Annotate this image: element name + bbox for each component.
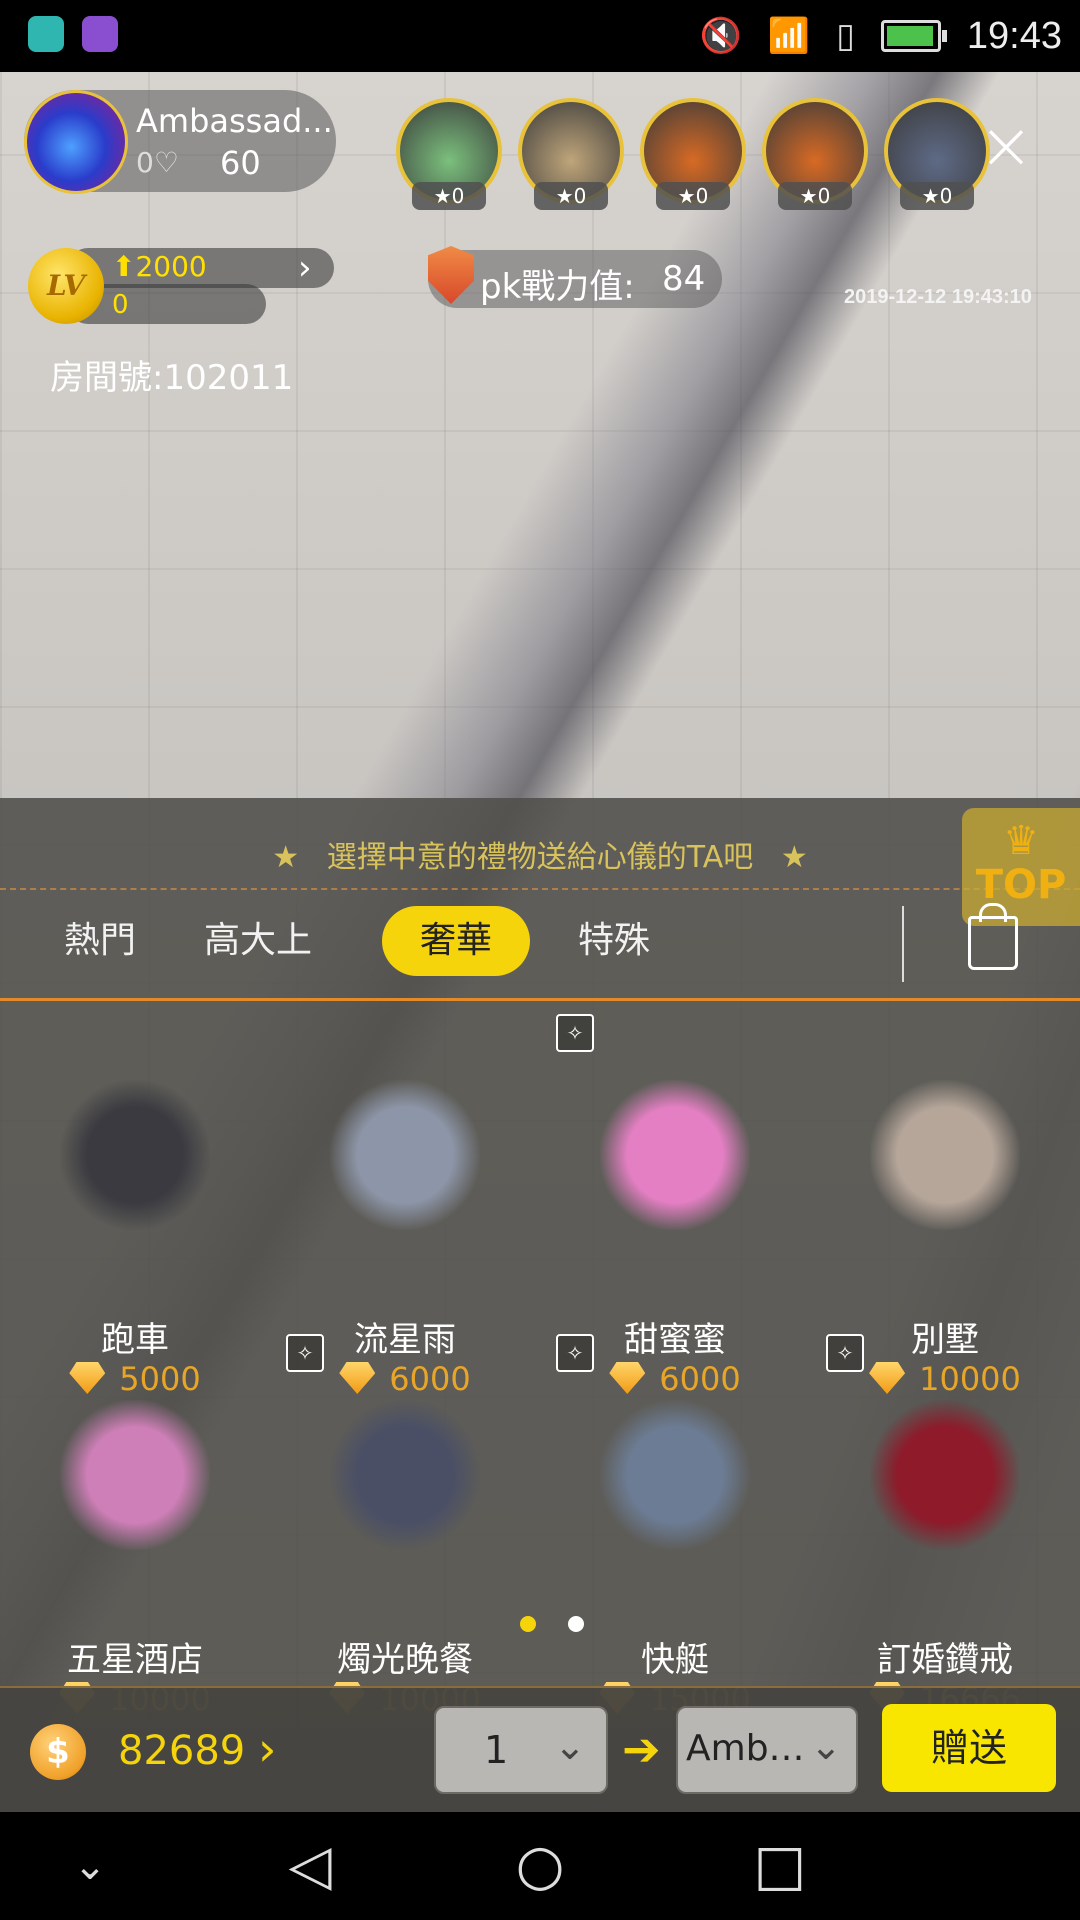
level-badge[interactable]: LV ⬆2000 0 › xyxy=(28,248,334,324)
gift-item[interactable]: 流星雨 6000 xyxy=(270,1040,540,1398)
page-dot[interactable] xyxy=(520,1616,536,1632)
chevron-down-icon: ⌄ xyxy=(554,1724,586,1768)
star-icon: ★ xyxy=(780,840,808,875)
quantity-value: 1 xyxy=(484,1728,509,1772)
action-bar: $ 82689 › 1 ⌄ ➔ Amba... ⌄ 贈送 xyxy=(0,1686,1080,1814)
gift-image xyxy=(60,1080,210,1230)
gift-tabs: 熱門 高大上 奢華 特殊 xyxy=(0,906,1080,990)
viewer-badge: ★0 xyxy=(656,182,730,210)
effect-tag-icon: ✧ xyxy=(556,1014,594,1052)
room-number: 房間號:102011 xyxy=(50,358,294,398)
top-label: TOP xyxy=(975,862,1067,908)
gift-image xyxy=(330,1080,480,1230)
pk-value: 84 xyxy=(662,259,706,299)
coin-icon: $ xyxy=(30,1724,86,1780)
chevron-down-icon[interactable]: ⌄ xyxy=(60,1836,120,1896)
viewer-badge: ★0 xyxy=(534,182,608,210)
effect-tag-icon: ✧ xyxy=(286,1334,324,1372)
effect-tag-icon: ✧ xyxy=(826,1334,864,1372)
gift-tab[interactable]: 特殊 xyxy=(556,906,672,976)
viewer-badge: ★0 xyxy=(412,182,486,210)
gift-image xyxy=(600,1080,750,1230)
back-icon[interactable]: ◁ xyxy=(270,1836,350,1896)
arrow-right-icon: ➔ xyxy=(622,1722,661,1776)
divider xyxy=(902,906,904,982)
gift-image xyxy=(870,1400,1020,1550)
recipient-value: Amba... xyxy=(686,1728,810,1769)
page-indicator xyxy=(520,1616,600,1636)
star-icon: ★ xyxy=(272,840,300,875)
chevron-down-icon: ⌄ xyxy=(810,1724,842,1768)
gift-name: 五星酒店 xyxy=(67,1640,203,1680)
chevron-right-icon[interactable]: › xyxy=(298,248,312,288)
gift-item[interactable]: 別墅 10000 xyxy=(810,1040,1080,1398)
home-icon[interactable]: ○ xyxy=(500,1836,580,1896)
level-next: ⬆2000 xyxy=(112,250,207,283)
pk-label: pk戰力值: xyxy=(480,267,635,307)
divider xyxy=(0,888,1080,890)
viewer-avatar[interactable]: ★0 xyxy=(518,98,624,210)
shield-icon xyxy=(428,246,474,304)
host-name: Ambassad... xyxy=(136,102,333,140)
battery-charging-icon xyxy=(880,20,947,52)
gift-image xyxy=(870,1080,1020,1230)
level-coin-icon: LV xyxy=(28,248,104,324)
android-nav-bar: ⌄ ◁ ○ □ xyxy=(0,1812,1080,1920)
gift-image xyxy=(60,1400,210,1550)
mute-icon: 🔇 xyxy=(699,16,742,56)
wifi-icon: 📶 xyxy=(767,16,811,56)
gift-tab[interactable]: 高大上 xyxy=(196,906,320,976)
host-likes: 60 xyxy=(220,144,261,182)
gift-image xyxy=(600,1400,750,1550)
sim-icon: ▯ xyxy=(836,16,855,56)
close-icon[interactable]: × xyxy=(976,113,1036,179)
level-next-value: 2000 xyxy=(135,250,207,283)
gallery-icon xyxy=(82,16,118,52)
viewer-badge: ★0 xyxy=(900,182,974,210)
host-avatar[interactable] xyxy=(24,90,128,194)
crown-icon: ♛ xyxy=(1003,818,1039,864)
host-info[interactable]: Ambassad... 0♡ 60 xyxy=(24,90,336,194)
gift-tab[interactable]: 熱門 xyxy=(48,906,152,976)
chevron-right-icon[interactable]: › xyxy=(258,1722,276,1776)
send-button[interactable]: 贈送 xyxy=(882,1704,1056,1792)
timestamp: 2019-12-12 19:43:10 xyxy=(844,286,1032,308)
effect-tag-icon: ✧ xyxy=(556,1334,594,1372)
status-icons: 🔇 📶 ▯ 19:43 xyxy=(700,10,1063,62)
pk-power[interactable]: pk戰力值: 84 xyxy=(428,246,722,308)
gift-name: 快艇 xyxy=(641,1640,709,1680)
viewer-avatar[interactable]: ★0 xyxy=(640,98,746,210)
heart-count: 0 xyxy=(136,146,154,179)
up-arrow-icon: ⬆ xyxy=(112,250,136,283)
coin-balance[interactable]: 82689 xyxy=(118,1728,245,1774)
level-value: 0 xyxy=(112,290,129,320)
gift-name: 燭光晚餐 xyxy=(337,1640,473,1680)
heart-icon: 0♡ xyxy=(136,146,179,179)
gift-name: 跑車 xyxy=(101,1320,169,1360)
page-dot[interactable] xyxy=(568,1616,584,1632)
gift-item[interactable]: ✧訂婚鑽戒16666 xyxy=(810,1334,1080,1718)
gift-name: 訂婚鑽戒 xyxy=(877,1640,1013,1680)
status-time: 19:43 xyxy=(966,14,1062,57)
recipient-select[interactable]: Amba... ⌄ xyxy=(676,1706,858,1794)
gift-item[interactable]: ✧燭光晚餐10000 xyxy=(270,1334,540,1718)
tabs-underline xyxy=(0,998,1080,1001)
gift-item[interactable]: 五星酒店10000 xyxy=(0,1360,270,1718)
status-bar: 🔇 📶 ▯ 19:43 xyxy=(0,0,1080,72)
gift-tab[interactable]: 奢華 xyxy=(382,906,530,976)
viewer-badge: ★0 xyxy=(778,182,852,210)
viewer-avatar[interactable]: ★0 xyxy=(884,98,990,210)
gift-image xyxy=(330,1400,480,1550)
recents-icon[interactable]: □ xyxy=(740,1836,820,1896)
android-debug-icon xyxy=(28,16,64,52)
gift-item[interactable]: 跑車 5000 xyxy=(0,1040,270,1398)
bag-icon[interactable] xyxy=(968,903,1018,970)
gift-hint: ★ 選擇中意的禮物送給心儀的TA吧 ★ xyxy=(0,832,1080,876)
viewer-avatar[interactable]: ★0 xyxy=(762,98,868,210)
quantity-select[interactable]: 1 ⌄ xyxy=(434,1706,608,1794)
viewer-avatar[interactable]: ★0 xyxy=(396,98,502,210)
gift-item[interactable]: ✧ 甜蜜蜜 6000 xyxy=(540,1014,810,1398)
gift-hint-text: 選擇中意的禮物送給心儀的TA吧 xyxy=(326,840,754,875)
